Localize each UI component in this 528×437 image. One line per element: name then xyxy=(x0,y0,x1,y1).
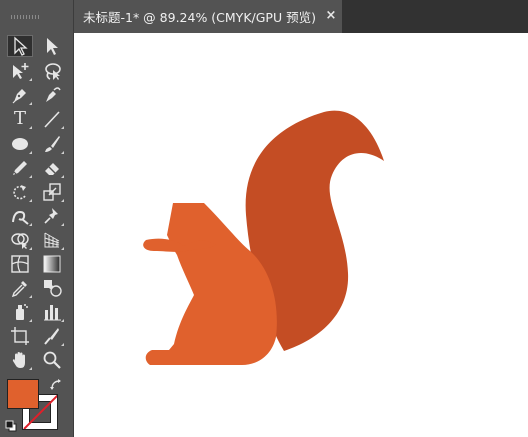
document-tab-bar: 未标题-1* @ 89.24% (CMYK/GPU 预览) × xyxy=(74,0,528,33)
tools-panel: T xyxy=(0,0,74,437)
curvature-pen-icon xyxy=(46,87,61,102)
rotate-icon xyxy=(13,185,26,200)
ellipse-tool[interactable] xyxy=(7,133,33,155)
mesh-icon xyxy=(11,255,29,273)
arrow-icon xyxy=(14,36,28,56)
hand-tool[interactable] xyxy=(7,349,33,371)
direct-arrow-icon xyxy=(47,38,58,55)
flyout-indicator xyxy=(61,319,64,322)
curvature-tool[interactable] xyxy=(39,84,65,106)
document-tab[interactable]: 未标题-1* @ 89.24% (CMYK/GPU 预览) × xyxy=(74,0,342,33)
panel-grip[interactable] xyxy=(11,15,39,19)
bar-graph-icon xyxy=(44,305,61,321)
flyout-indicator xyxy=(29,223,32,226)
lasso-icon xyxy=(45,63,61,80)
swap-fill-stroke-icon[interactable] xyxy=(49,377,63,391)
paintbrush-tool[interactable] xyxy=(39,133,65,155)
flyout-indicator xyxy=(29,319,32,322)
flyout-indicator xyxy=(61,247,64,250)
blend-icon xyxy=(44,280,62,297)
pen-tool[interactable] xyxy=(7,84,33,106)
blend-tool[interactable] xyxy=(39,277,65,299)
perspective-grid-tool[interactable] xyxy=(39,229,65,251)
shaper-tool[interactable] xyxy=(7,157,33,179)
shaper-pencil-icon xyxy=(13,161,27,175)
magic-wand-icon xyxy=(13,63,29,79)
close-icon[interactable]: × xyxy=(325,9,337,22)
flyout-indicator xyxy=(61,223,64,226)
gradient-icon xyxy=(43,255,61,273)
flyout-indicator xyxy=(29,102,32,105)
artboard-tool[interactable] xyxy=(7,325,33,347)
warp-tool[interactable] xyxy=(7,205,33,227)
magic-wand-tool[interactable] xyxy=(7,60,33,82)
flyout-indicator xyxy=(29,151,32,154)
artboard-icon xyxy=(11,327,29,345)
type-tool[interactable]: T xyxy=(7,108,33,130)
selection-tool[interactable] xyxy=(7,35,33,57)
eraser-tool[interactable] xyxy=(39,157,65,179)
flyout-indicator xyxy=(29,295,32,298)
perspective-grid-icon xyxy=(44,232,60,248)
puppet-warp-tool[interactable] xyxy=(39,205,65,227)
line-segment-tool[interactable] xyxy=(39,108,65,130)
squirrel-artwork xyxy=(143,110,384,365)
fill-swatch[interactable] xyxy=(7,379,39,409)
lasso-tool[interactable] xyxy=(39,60,65,82)
spray-can-icon xyxy=(16,304,28,320)
shape-builder-tool[interactable] xyxy=(7,229,33,251)
mesh-tool[interactable] xyxy=(7,253,33,275)
flyout-indicator xyxy=(61,175,64,178)
flyout-indicator xyxy=(61,126,64,129)
gradient-tool[interactable] xyxy=(39,253,65,275)
shape-builder-icon xyxy=(11,233,29,249)
scale-icon xyxy=(43,183,61,201)
ellipse-icon xyxy=(12,138,28,150)
direct-selection-tool[interactable] xyxy=(39,35,65,57)
eyedropper-icon xyxy=(11,281,27,298)
type-icon: T xyxy=(13,108,26,129)
knife-icon xyxy=(44,328,59,345)
paintbrush-icon xyxy=(45,136,60,152)
default-colors-icon[interactable] xyxy=(5,417,17,432)
hand-icon xyxy=(12,352,25,368)
slice-tool[interactable] xyxy=(39,325,65,347)
symbol-sprayer-tool[interactable] xyxy=(7,301,33,323)
scale-tool[interactable] xyxy=(39,181,65,203)
flyout-indicator xyxy=(29,78,32,81)
eraser-icon xyxy=(45,163,59,175)
zoom-tool[interactable] xyxy=(39,349,65,371)
magnifier-icon xyxy=(43,351,61,369)
flyout-indicator xyxy=(61,151,64,154)
warp-icon xyxy=(12,210,29,225)
pen-icon xyxy=(12,89,26,104)
rotate-tool[interactable] xyxy=(7,181,33,203)
flyout-indicator xyxy=(29,175,32,178)
flyout-indicator xyxy=(29,247,32,250)
flyout-indicator xyxy=(61,199,64,202)
document-tab-title: 未标题-1* @ 89.24% (CMYK/GPU 预览) xyxy=(83,10,316,25)
artboard-canvas[interactable] xyxy=(74,33,528,437)
flyout-indicator xyxy=(61,343,64,346)
pin-icon xyxy=(44,208,58,224)
flyout-indicator xyxy=(29,126,32,129)
flyout-indicator xyxy=(29,199,32,202)
flyout-indicator xyxy=(29,367,32,370)
line-icon xyxy=(44,111,60,128)
eyedropper-tool[interactable] xyxy=(7,277,33,299)
column-graph-tool[interactable] xyxy=(39,301,65,323)
